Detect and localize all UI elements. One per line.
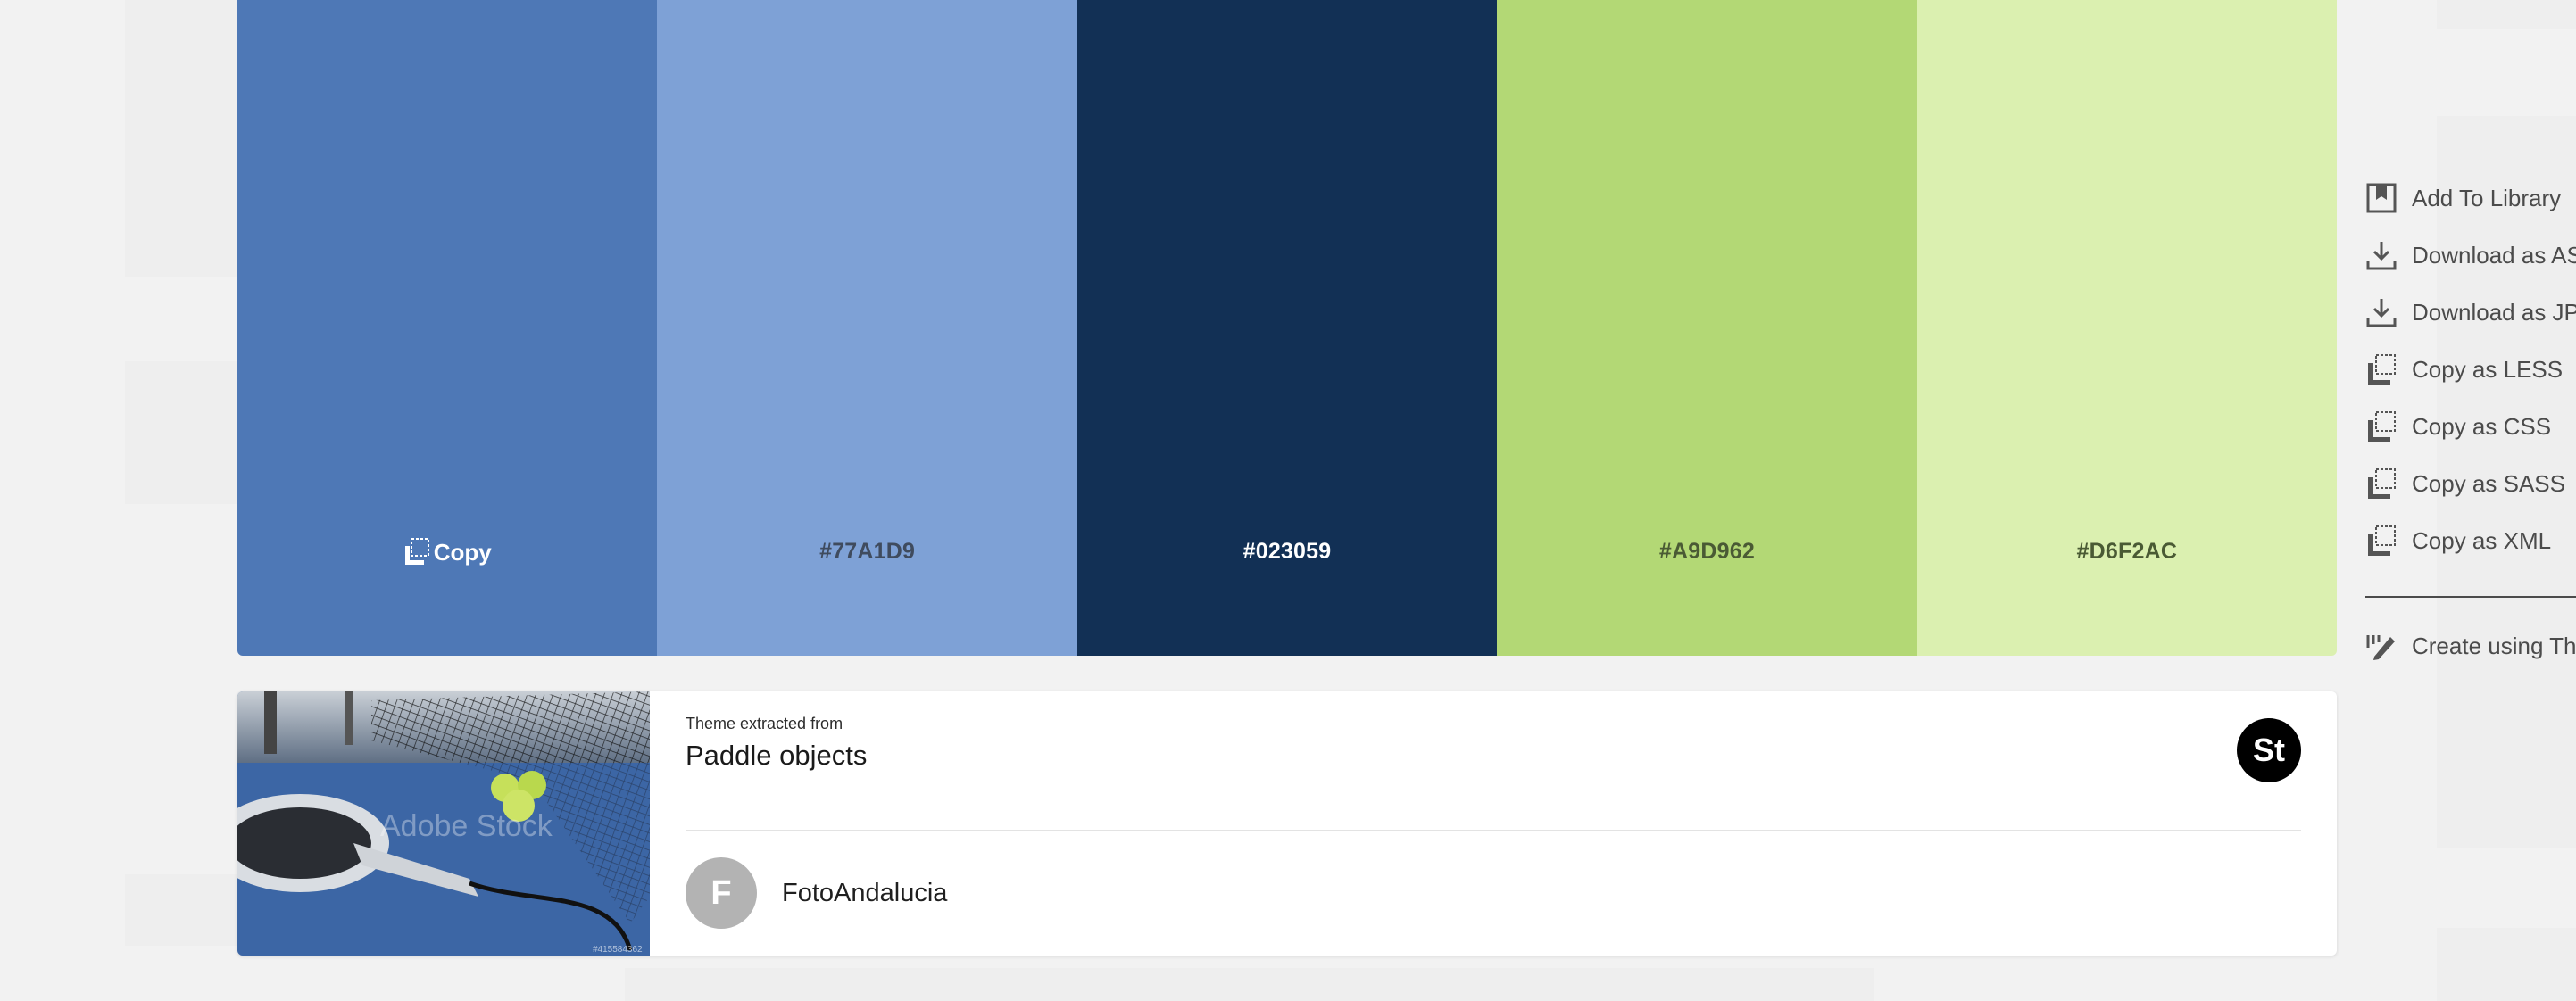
background-thumbnail (2437, 928, 2576, 1001)
copy-color-button[interactable]: Copy (237, 538, 657, 567)
background-thumbnail (125, 874, 250, 946)
adobe-stock-badge[interactable]: St (2237, 718, 2301, 782)
swatch-hex-label: #023059 (1242, 539, 1332, 564)
extracted-from-label: Theme extracted from (686, 715, 843, 732)
swatch-3[interactable]: #023059 (1076, 0, 1498, 656)
author-name[interactable]: FotoAndalucia (782, 879, 947, 908)
card-divider (686, 830, 2301, 831)
source-title[interactable]: Paddle objects (686, 740, 867, 772)
swatch-1[interactable]: Copy (237, 0, 658, 656)
swatch-hex-label: #77A1D9 (819, 539, 916, 564)
background-thumbnail (125, 361, 250, 504)
copy-icon (2368, 411, 2396, 442)
action-label: Add To Library (2412, 184, 2562, 211)
color-palette: Copy #77A1D9 #023059 #A9D962 #D6F2AC (237, 0, 2337, 656)
copy-sass-button[interactable]: Copy as SASS (2365, 455, 2576, 512)
action-label: Copy as CSS (2412, 412, 2552, 440)
copy-less-button[interactable]: Copy as LESS (2365, 341, 2576, 398)
copy-icon (2368, 354, 2396, 385)
copy-xml-button[interactable]: Copy as XML (2365, 512, 2576, 569)
swatch-2[interactable]: #77A1D9 (657, 0, 1077, 656)
download-jpeg-button[interactable]: Download as JPEG (2365, 284, 2576, 341)
swatch-hex-label: #D6F2AC (2076, 539, 2178, 564)
swatch-label: Copy (433, 538, 492, 566)
copy-icon (2368, 525, 2396, 556)
image-id-text: #415584362 (593, 945, 643, 955)
source-image[interactable]: Adobe Stock #415584362 (237, 691, 650, 956)
action-label: Copy as SASS (2412, 469, 2565, 497)
copy-icon (2368, 468, 2396, 499)
download-ase-button[interactable]: Download as ASE (2365, 227, 2576, 284)
swatch-hex-label: #A9D962 (1658, 539, 1755, 564)
library-icon (2366, 183, 2397, 213)
add-to-library-button[interactable]: Add To Library (2365, 170, 2576, 227)
swatch-5[interactable]: #D6F2AC (1916, 0, 2337, 656)
download-icon (2366, 242, 2397, 270)
pencil-ruler-icon (2366, 635, 2395, 660)
copy-css-button[interactable]: Copy as CSS (2365, 398, 2576, 455)
action-label: Create using Theme (2412, 632, 2576, 659)
author-avatar[interactable]: F (686, 857, 757, 929)
create-using-theme-button[interactable]: Create using Theme (2365, 617, 2576, 674)
background-thumbnail (125, 0, 250, 277)
background-thumbnail (625, 968, 1874, 1001)
action-label: Download as ASE (2412, 241, 2576, 269)
watermark-text: Adobe Stock (380, 809, 553, 843)
theme-source-card: Adobe Stock #415584362 Theme extracted f… (237, 691, 2337, 956)
action-label: Copy as LESS (2412, 355, 2564, 383)
swatch-4[interactable]: #A9D962 (1497, 0, 1917, 656)
action-label: Copy as XML (2412, 526, 2552, 554)
action-label: Download as JPEG (2412, 298, 2576, 326)
download-icon (2366, 299, 2397, 327)
background-thumbnail (2437, 0, 2576, 29)
copy-icon (404, 538, 429, 565)
actions-divider (2365, 596, 2576, 598)
theme-actions-menu: Add To Library Download as ASE Download … (2365, 170, 2576, 674)
